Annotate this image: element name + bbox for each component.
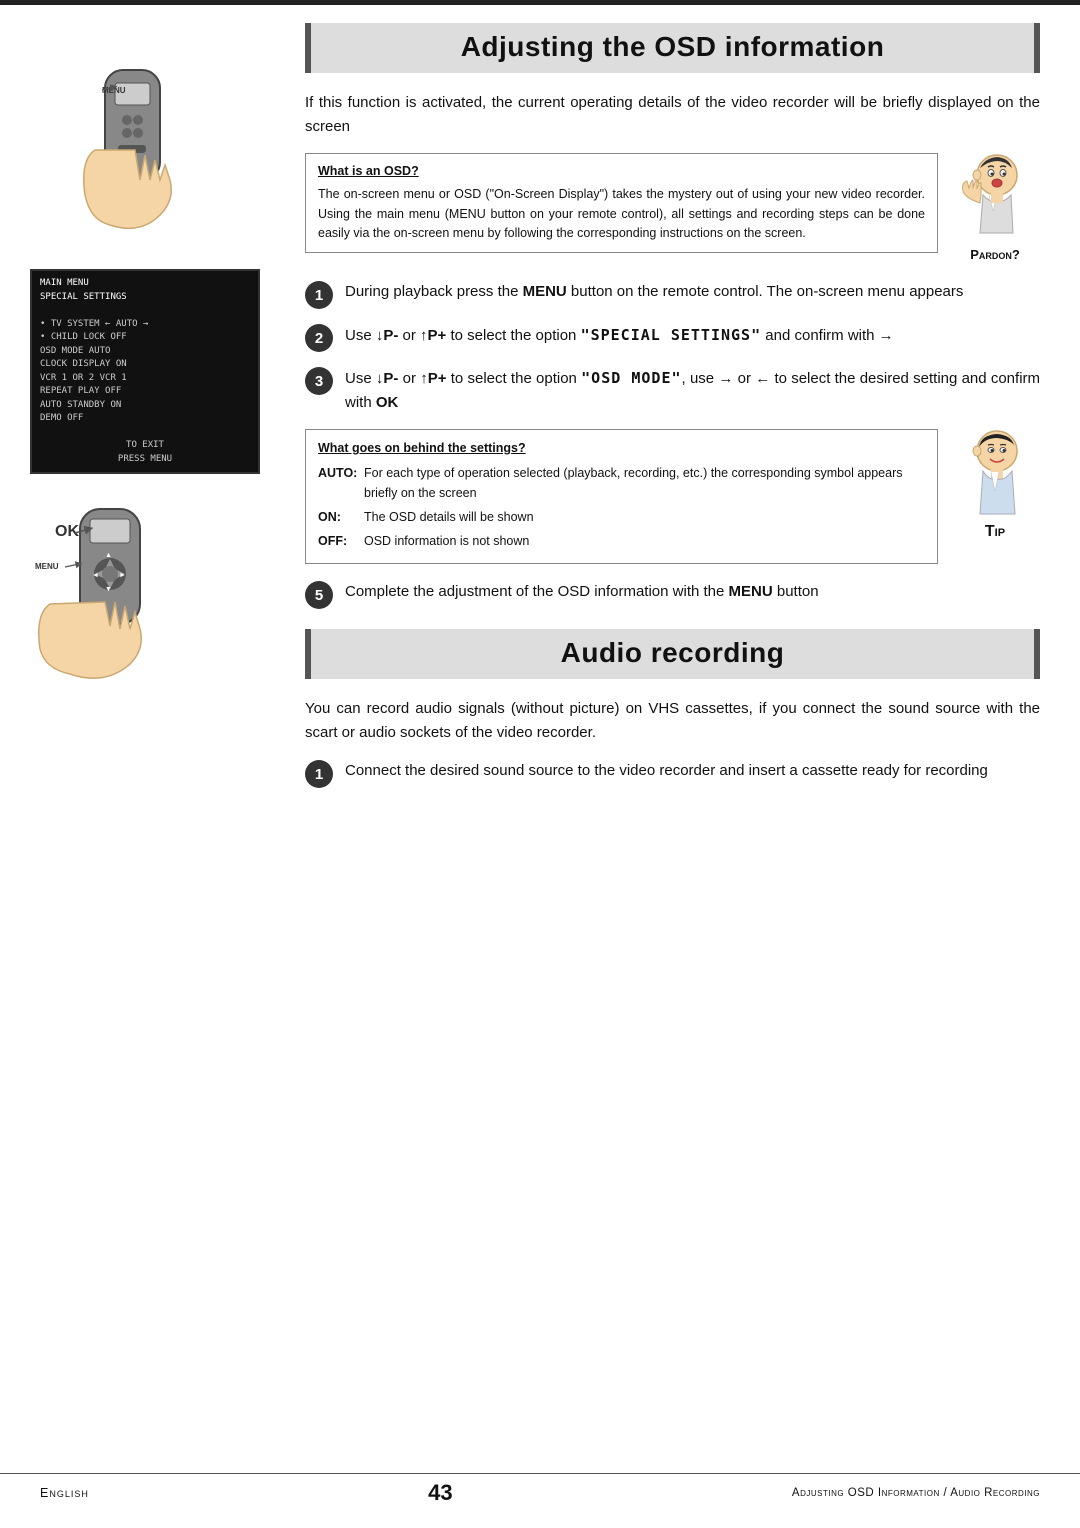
- step-5-number: 5: [305, 581, 333, 609]
- settings-box-title: What goes on behind the settings?: [318, 438, 925, 458]
- step-1-text: During playback press the MENU button on…: [345, 280, 963, 304]
- menu-line-4: • TV SYSTEM ← AUTO →: [40, 318, 250, 332]
- menu-screen-display: MAIN MENU SPECIAL SETTINGS • TV SYSTEM ←…: [30, 269, 260, 474]
- osd-info-box-row: What is an OSD? The on-screen menu or OS…: [305, 153, 1040, 262]
- menu-line-7: CLOCK DISPLAY ON: [40, 358, 250, 372]
- menu-line-1: MAIN MENU: [40, 277, 250, 291]
- tip-label: Tip: [985, 523, 1005, 541]
- tip-character-svg: [955, 429, 1035, 519]
- section2-steps: 1 Connect the desired sound source to th…: [305, 759, 1040, 788]
- section2-title: Audio recording: [311, 637, 1034, 669]
- remote-bottom-svg: OK MENU ▲ ▼ ◄ ►: [30, 494, 240, 704]
- step-3-text: Use ↓P- or ↑P+ to select the option "OSD…: [345, 366, 1040, 415]
- step-5: 5 Complete the adjustment of the OSD inf…: [305, 580, 1040, 609]
- step-2-number: 2: [305, 324, 333, 352]
- step-3-number: 3: [305, 367, 333, 395]
- settings-auto-text: For each type of operation selected (pla…: [364, 463, 925, 503]
- remote-top-svg: MENU: [60, 55, 200, 245]
- left-column: MENU MAIN MENU SPECIAL SETTINGS: [0, 5, 285, 802]
- pardon-character-svg: [955, 153, 1035, 243]
- settings-row-on: ON: The OSD details will be shown: [318, 507, 925, 527]
- step-5-text: Complete the adjustment of the OSD infor…: [345, 580, 819, 604]
- pardon-label: Pardon?: [970, 247, 1020, 262]
- section2-heading-bar: Audio recording: [305, 629, 1040, 679]
- main-content: Adjusting the OSD information If this fu…: [285, 5, 1080, 802]
- pardon-character: Pardon?: [950, 153, 1040, 262]
- footer-language: English: [40, 1486, 89, 1500]
- svg-text:OK: OK: [55, 523, 79, 540]
- step-5-container: 5 Complete the adjustment of the OSD inf…: [305, 580, 1040, 609]
- settings-box-row: What goes on behind the settings? AUTO: …: [305, 429, 1040, 564]
- osd-info-box-body: The on-screen menu or OSD ("On-Screen Di…: [318, 185, 925, 243]
- settings-off-text: OSD information is not shown: [364, 531, 529, 551]
- menu-line-12: [40, 426, 250, 440]
- menu-line-2: SPECIAL SETTINGS: [40, 291, 250, 305]
- menu-line-14: PRESS MENU: [40, 453, 250, 467]
- remote-top-illustration: MENU: [60, 55, 270, 249]
- settings-off-label: OFF:: [318, 531, 356, 551]
- steps-1-3: 1 During playback press the MENU button …: [305, 280, 1040, 415]
- svg-text:▼: ▼: [105, 586, 112, 593]
- section2-step-1: 1 Connect the desired sound source to th…: [305, 759, 1040, 788]
- footer-page-number: 43: [428, 1480, 452, 1506]
- step-1: 1 During playback press the MENU button …: [305, 280, 1040, 309]
- menu-line-13: TO EXIT: [40, 439, 250, 453]
- osd-info-box: What is an OSD? The on-screen menu or OS…: [305, 153, 938, 253]
- menu-line-9: REPEAT PLAY OFF: [40, 385, 250, 399]
- settings-row-off: OFF: OSD information is not shown: [318, 531, 925, 551]
- section1-title: Adjusting the OSD information: [311, 31, 1034, 63]
- page-footer: English 43 Adjusting OSD Information / A…: [0, 1473, 1080, 1506]
- settings-on-text: The OSD details will be shown: [364, 507, 534, 527]
- settings-info-box: What goes on behind the settings? AUTO: …: [305, 429, 938, 564]
- menu-line-6: OSD MODE AUTO: [40, 345, 250, 359]
- menu-line-8: VCR 1 OR 2 VCR 1: [40, 372, 250, 386]
- svg-text:►: ►: [119, 572, 126, 579]
- section1-heading-bar: Adjusting the OSD information: [305, 23, 1040, 73]
- step-2-text: Use ↓P- or ↑P+ to select the option "SPE…: [345, 323, 894, 348]
- svg-text:MENU: MENU: [35, 562, 59, 571]
- settings-row-auto: AUTO: For each type of operation selecte…: [318, 463, 925, 503]
- section2-intro: You can record audio signals (without pi…: [305, 697, 1040, 745]
- menu-line-3: [40, 304, 250, 318]
- menu-line-11: DEMO OFF: [40, 412, 250, 426]
- osd-info-box-title: What is an OSD?: [318, 162, 925, 181]
- footer-section-label: Adjusting OSD Information / Audio Record…: [792, 1487, 1040, 1499]
- remote-bottom-illustration: OK MENU ▲ ▼ ◄ ►: [30, 494, 270, 708]
- step-3: 3 Use ↓P- or ↑P+ to select the option "O…: [305, 366, 1040, 415]
- menu-line-5: • CHILD LOCK OFF: [40, 331, 250, 345]
- svg-text:◄: ◄: [92, 572, 99, 579]
- settings-on-label: ON:: [318, 507, 356, 527]
- menu-line-10: AUTO STANDBY ON: [40, 399, 250, 413]
- step-2: 2 Use ↓P- or ↑P+ to select the option "S…: [305, 323, 1040, 352]
- tip-character: Tip: [950, 429, 1040, 564]
- settings-auto-label: AUTO:: [318, 463, 356, 483]
- step-1-number: 1: [305, 281, 333, 309]
- section2-step-1-text: Connect the desired sound source to the …: [345, 759, 988, 783]
- menu-screen-illustration: MAIN MENU SPECIAL SETTINGS • TV SYSTEM ←…: [30, 269, 270, 474]
- section2-step-1-number: 1: [305, 760, 333, 788]
- svg-text:▲: ▲: [105, 552, 112, 559]
- section1-intro: If this function is activated, the curre…: [305, 91, 1040, 139]
